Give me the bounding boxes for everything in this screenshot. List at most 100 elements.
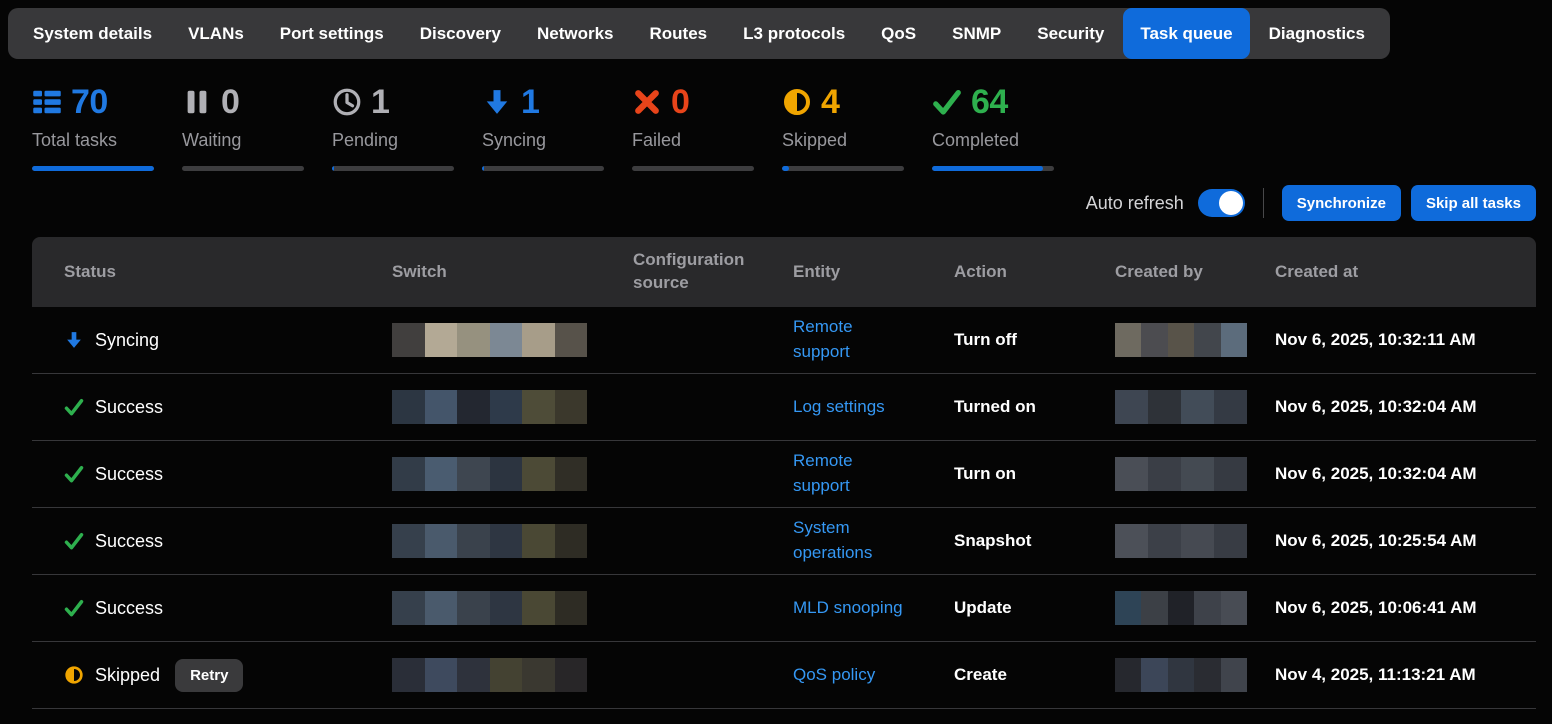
- nav-tab-security[interactable]: Security: [1020, 8, 1121, 59]
- entity-cell: Log settings: [793, 395, 954, 420]
- stat-syncing: 1 Syncing: [482, 83, 604, 171]
- nav-tab-discovery[interactable]: Discovery: [403, 8, 518, 59]
- status-cell: Skipped Retry: [32, 659, 392, 692]
- stat-label: Failed: [632, 130, 754, 151]
- column-header-configuration-source: Configuration source: [633, 249, 793, 295]
- status-cell: Success: [32, 397, 392, 418]
- stat-value: 70: [71, 83, 108, 122]
- stat-progress-fill: [482, 166, 484, 171]
- entity-cell: QoS policy: [793, 663, 954, 688]
- stat-progress-fill: [332, 166, 334, 171]
- table-row: SyncingRemote supportTurn offNov 6, 2025…: [32, 307, 1536, 374]
- entity-link[interactable]: Log settings: [793, 395, 885, 420]
- column-header-status: Status: [32, 261, 392, 284]
- entity-link[interactable]: System operations: [793, 516, 905, 565]
- stat-progress-bar: [182, 166, 304, 171]
- created-by-cell: [1115, 457, 1275, 491]
- list-icon: [32, 87, 62, 117]
- nav-tab-l3-protocols[interactable]: L3 protocols: [726, 8, 862, 59]
- stat-waiting: 0Waiting: [182, 83, 304, 171]
- stat-value: 1: [521, 83, 539, 122]
- status-text: Success: [95, 397, 163, 418]
- toggle-knob: [1219, 191, 1243, 215]
- created-by-redacted-image: [1115, 323, 1247, 357]
- stat-total-tasks: 70Total tasks: [32, 83, 154, 171]
- check-icon: [64, 598, 84, 618]
- skip-all-tasks-button[interactable]: Skip all tasks: [1411, 185, 1536, 221]
- stat-skipped: 4Skipped: [782, 83, 904, 171]
- status-cell: Success: [32, 464, 392, 485]
- switch-redacted-image: [392, 457, 587, 491]
- created-by-cell: [1115, 390, 1275, 424]
- auto-refresh-toggle[interactable]: [1198, 189, 1245, 217]
- created-by-redacted-image: [1115, 524, 1247, 558]
- created-at-cell: Nov 6, 2025, 10:06:41 AM: [1275, 598, 1536, 618]
- auto-refresh-label: Auto refresh: [1086, 193, 1184, 214]
- stat-label: Pending: [332, 130, 454, 151]
- created-at-cell: Nov 6, 2025, 10:25:54 AM: [1275, 531, 1536, 551]
- stat-label: Completed: [932, 130, 1054, 151]
- stat-progress-bar: [332, 166, 454, 171]
- table-row: SkippedRetryQoS policyCreateNov 4, 2025,…: [32, 642, 1536, 709]
- controls-row: Auto refresh Synchronize Skip all tasks: [32, 185, 1536, 221]
- half-circle-icon: [782, 87, 812, 117]
- stat-label: Syncing: [482, 130, 604, 151]
- pause-icon: [182, 87, 212, 117]
- table-row: SuccessRemote supportTurn onNov 6, 2025,…: [32, 441, 1536, 508]
- created-by-redacted-image: [1115, 457, 1247, 491]
- nav-tab-task-queue[interactable]: Task queue: [1123, 8, 1249, 59]
- nav-tab-system-details[interactable]: System details: [16, 8, 169, 59]
- entity-link[interactable]: Remote support: [793, 449, 905, 498]
- nav-tab-networks[interactable]: Networks: [520, 8, 631, 59]
- entity-cell: MLD snooping: [793, 596, 954, 621]
- check-icon: [64, 531, 84, 551]
- nav-tab-snmp[interactable]: SNMP: [935, 8, 1018, 59]
- column-header-entity: Entity: [793, 261, 954, 284]
- entity-link[interactable]: QoS policy: [793, 663, 875, 688]
- action-cell: Snapshot: [954, 531, 1115, 551]
- stat-progress-fill: [782, 166, 789, 171]
- nav-tab-port-settings[interactable]: Port settings: [263, 8, 401, 59]
- stat-progress-bar: [932, 166, 1054, 171]
- switch-redacted-image: [392, 390, 587, 424]
- check-icon: [64, 397, 84, 417]
- switch-redacted-image: [392, 658, 587, 692]
- created-by-cell: [1115, 658, 1275, 692]
- stat-progress-fill: [932, 166, 1043, 171]
- arrow-down-icon: [64, 330, 84, 350]
- entity-link[interactable]: Remote support: [793, 315, 905, 364]
- action-cell: Turn on: [954, 464, 1115, 484]
- column-header-switch: Switch: [392, 261, 633, 284]
- switch-redacted-image: [392, 323, 587, 357]
- created-by-redacted-image: [1115, 390, 1247, 424]
- stat-completed: 64 Completed: [932, 83, 1054, 171]
- stat-progress-bar: [632, 166, 754, 171]
- switch-cell: [392, 390, 633, 424]
- page: System detailsVLANsPort settingsDiscover…: [0, 0, 1552, 709]
- table-row: Success System operations Snapshot Nov 6, 2…: [32, 508, 1536, 575]
- column-header-created-by: Created by: [1115, 261, 1275, 284]
- nav-tab-diagnostics[interactable]: Diagnostics: [1252, 8, 1382, 59]
- switch-cell: [392, 457, 633, 491]
- nav-tab-routes[interactable]: Routes: [633, 8, 725, 59]
- synchronize-button[interactable]: Synchronize: [1282, 185, 1401, 221]
- created-by-cell: [1115, 524, 1275, 558]
- entity-link[interactable]: MLD snooping: [793, 596, 903, 621]
- created-by-cell: [1115, 591, 1275, 625]
- entity-cell: Remote support: [793, 449, 954, 498]
- switch-cell: [392, 658, 633, 692]
- status-cell: Success: [32, 531, 392, 552]
- switch-cell: [392, 524, 633, 558]
- table-row: SuccessLog settingsTurned onNov 6, 2025,…: [32, 374, 1536, 441]
- nav-tab-qos[interactable]: QoS: [864, 8, 933, 59]
- stat-progress-fill: [32, 166, 154, 171]
- stat-value: 4: [821, 83, 839, 122]
- clock-icon: [332, 87, 362, 117]
- column-header-created-at: Created at: [1275, 261, 1536, 284]
- retry-button[interactable]: Retry: [175, 659, 243, 692]
- status-text: Skipped: [95, 665, 160, 686]
- nav-tab-vlans[interactable]: VLANs: [171, 8, 261, 59]
- column-header-action: Action: [954, 261, 1115, 284]
- status-text: Success: [95, 598, 163, 619]
- stat-value: 64: [971, 83, 1008, 122]
